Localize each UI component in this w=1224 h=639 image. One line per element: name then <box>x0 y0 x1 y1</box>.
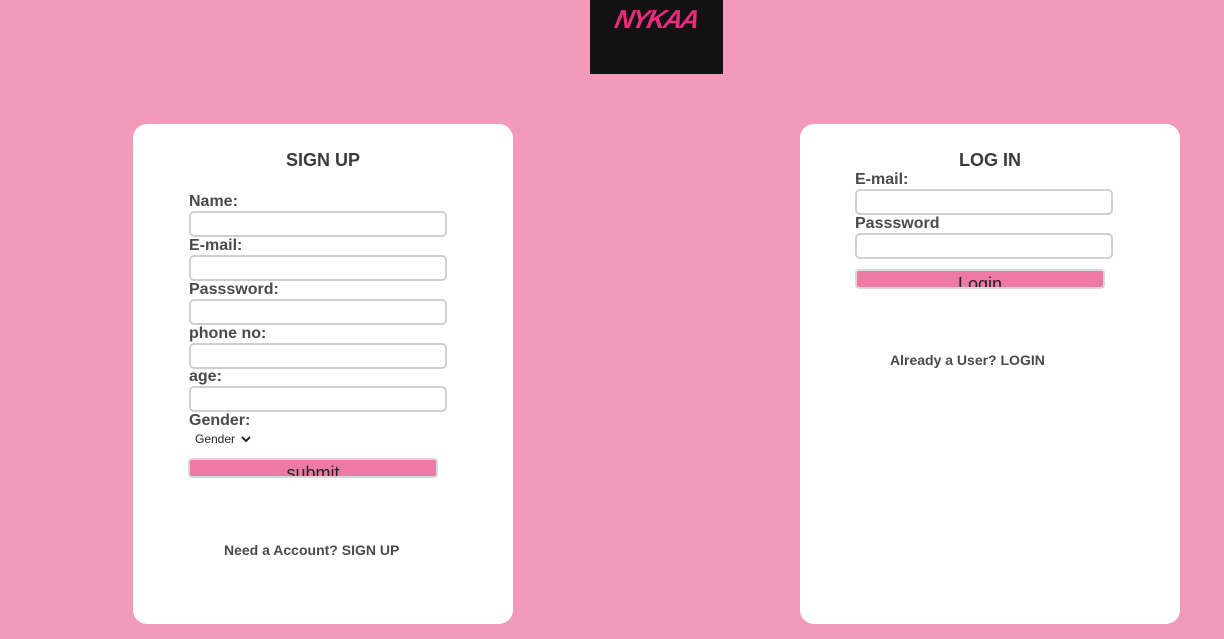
phone-label: phone no: <box>189 325 267 342</box>
phone-input[interactable] <box>189 343 447 369</box>
name-label: Name: <box>189 193 238 210</box>
login-password-input[interactable] <box>855 233 1113 259</box>
signup-password-label: Passsword: <box>189 281 279 298</box>
signup-card: SIGN UP Name: E-mail: Passsword: phone n… <box>133 124 513 624</box>
signup-email-label: E-mail: <box>189 237 243 254</box>
login-password-label: Passsword <box>855 215 940 232</box>
signup-email-input[interactable] <box>189 255 447 281</box>
signup-password-input[interactable] <box>189 299 447 325</box>
login-footer: Already a User? LOGIN <box>890 352 1045 368</box>
signup-footer-text: Need a Account? <box>224 542 338 558</box>
gender-select[interactable]: Gender <box>189 430 254 448</box>
signup-footer: Need a Account? SIGN UP <box>224 542 399 558</box>
brand-logo: NYKAA <box>612 4 702 34</box>
login-link[interactable]: LOGIN <box>1001 352 1045 368</box>
login-title: LOG IN <box>959 150 1021 170</box>
login-email-input[interactable] <box>855 189 1113 215</box>
login-card: LOG IN E-mail: Passsword Login Already a… <box>800 124 1180 624</box>
signup-title: SIGN UP <box>285 150 360 170</box>
login-button[interactable]: Login <box>855 269 1105 289</box>
age-input[interactable] <box>189 386 447 412</box>
submit-button[interactable]: submit <box>188 458 438 478</box>
name-input[interactable] <box>189 211 447 237</box>
login-email-label: E-mail: <box>855 171 909 188</box>
signup-link[interactable]: SIGN UP <box>342 542 400 558</box>
gender-label: Gender: <box>189 412 251 429</box>
age-label: age: <box>189 368 222 385</box>
logo-container: NYKAA <box>590 0 723 74</box>
login-footer-text: Already a User? <box>890 352 997 368</box>
